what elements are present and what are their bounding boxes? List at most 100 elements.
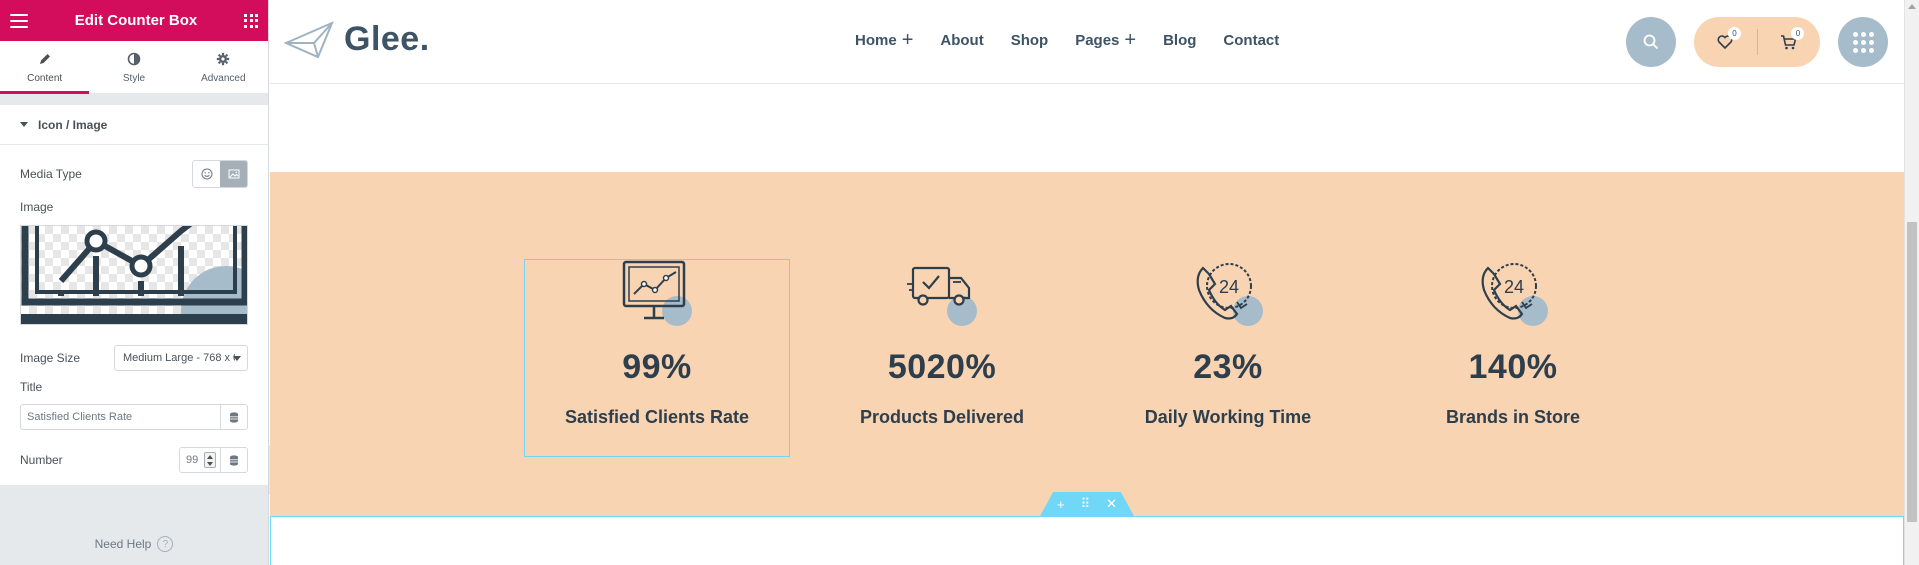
monitor-chart-icon: [622, 260, 692, 326]
counter-box[interactable]: 5020% Products Delivered: [810, 260, 1074, 456]
nav-item-pages[interactable]: Pages +: [1075, 29, 1137, 51]
contrast-icon: [127, 50, 141, 68]
section-toggle-icon-image[interactable]: Icon / Image: [0, 105, 268, 145]
nav-item-label: Shop: [1010, 32, 1049, 49]
media-type-label: Media Type: [20, 167, 82, 181]
number-value: 99: [186, 454, 199, 466]
help-question-icon: ?: [157, 536, 174, 552]
nav-item-home[interactable]: Home +: [855, 29, 914, 51]
dropdown-arrow-icon: [233, 356, 241, 361]
smiley-icon: [201, 168, 212, 180]
plus-icon: +: [1124, 29, 1137, 51]
title-control: Title: [20, 380, 248, 394]
dots-grid-icon: [1852, 31, 1874, 53]
counter-title: Products Delivered: [859, 407, 1025, 427]
pencil-icon: [38, 50, 52, 68]
number-input[interactable]: 99: [180, 448, 220, 472]
counter-box[interactable]: 24 140% Brands in Store: [1381, 260, 1645, 456]
tab-style[interactable]: Style: [89, 41, 178, 93]
support-24-icon: 24: [1478, 260, 1548, 326]
tab-advanced-label: Advanced: [201, 73, 246, 84]
monitor-chart-image: [21, 226, 247, 324]
wishlist-count-badge: 0: [1728, 27, 1741, 40]
counter-section[interactable]: 99% Satisfied Clients Rate 5020% Product…: [270, 172, 1904, 516]
image-control: Image: [20, 200, 248, 214]
media-type-icon-option[interactable]: [193, 161, 220, 187]
title-label: Title: [20, 380, 43, 394]
media-type-switch: [192, 160, 248, 188]
editor-panel: Edit Counter Box Content Style Advanced: [0, 0, 269, 565]
svg-text:24: 24: [1504, 277, 1524, 297]
image-size-select[interactable]: Medium Large - 768 x 0: [114, 345, 248, 371]
dynamic-tags-button[interactable]: [220, 448, 247, 472]
page-scrollbar[interactable]: [1904, 0, 1919, 565]
title-field: Satisfied Clients Rate: [20, 404, 248, 430]
plus-icon: +: [901, 29, 914, 51]
database-icon: [230, 454, 238, 466]
tab-advanced[interactable]: Advanced: [179, 41, 268, 93]
nav-item-label: Contact: [1223, 32, 1280, 49]
need-help-link[interactable]: Need Help ?: [0, 536, 268, 552]
counter-title: Daily Working Time: [1144, 407, 1312, 427]
site-header: Glee. Home + About Shop Pages + Blog Contact 0 …: [270, 0, 1904, 84]
title-input[interactable]: Satisfied Clients Rate: [21, 405, 220, 429]
counter-number: 23%: [1193, 348, 1263, 386]
cart-button[interactable]: 0: [1757, 17, 1820, 67]
media-type-image-option[interactable]: [220, 161, 247, 187]
media-type-control: Media Type: [20, 160, 248, 188]
site-logo[interactable]: Glee.: [284, 20, 430, 59]
nav-item-about[interactable]: About: [940, 32, 983, 49]
panel-header: Edit Counter Box: [0, 0, 268, 41]
nav-item-label: Blog: [1163, 32, 1197, 49]
apps-menu-button[interactable]: [1838, 17, 1888, 67]
number-control: Number 99: [20, 447, 248, 473]
wishlist-button[interactable]: 0: [1694, 17, 1757, 67]
tab-style-label: Style: [122, 73, 146, 84]
image-size-control: Image Size Medium Large - 768 x 0: [20, 345, 248, 371]
menu-icon[interactable]: [10, 13, 28, 28]
counter-title: Brands in Store: [1445, 407, 1581, 427]
cart-count-badge: 0: [1791, 27, 1805, 40]
nav-item-label: Pages: [1075, 32, 1120, 49]
nav-item-blog[interactable]: Blog: [1163, 32, 1196, 49]
image-size-value: Medium Large - 768 x 0: [123, 352, 235, 364]
database-icon: [230, 411, 238, 423]
number-field: 99: [179, 447, 248, 473]
tab-content[interactable]: Content: [0, 41, 90, 94]
image-size-label: Image Size: [20, 351, 81, 365]
counter-number: 5020%: [887, 348, 997, 386]
counter-title: Satisfied Clients Rate: [564, 407, 750, 427]
add-section-button[interactable]: +: [1057, 497, 1065, 512]
support-24-icon: 24: [1193, 260, 1263, 326]
empty-section[interactable]: [270, 516, 1904, 565]
drag-section-handle[interactable]: ⠿: [1081, 496, 1091, 512]
svg-text:24: 24: [1219, 277, 1239, 297]
nav-item-shop[interactable]: Shop: [1011, 32, 1049, 49]
scroll-up-arrow-icon[interactable]: [1908, 4, 1916, 9]
counter-box[interactable]: 24 23% Daily Working Time: [1096, 260, 1360, 456]
delivery-truck-icon: [907, 260, 977, 326]
panel-tabs: Content Style Advanced: [0, 41, 268, 94]
image-preview[interactable]: [20, 225, 248, 325]
widgets-grid-icon[interactable]: [244, 13, 258, 28]
gear-icon: [216, 50, 230, 68]
image-label: Image: [20, 200, 54, 214]
search-icon: [1643, 34, 1659, 50]
nav-item-label: Home: [855, 32, 897, 49]
tab-content-label: Content: [27, 73, 63, 84]
counter-number: 99%: [622, 348, 692, 386]
nav-item-contact[interactable]: Contact: [1223, 32, 1279, 49]
number-stepper[interactable]: [204, 452, 216, 468]
site-logo-text: Glee.: [344, 20, 430, 58]
panel-body: Icon / Image Media Type Image Image Size…: [0, 105, 268, 485]
delete-section-button[interactable]: ✕: [1106, 496, 1117, 512]
panel-title: Edit Counter Box: [74, 12, 198, 29]
dynamic-tags-button[interactable]: [220, 405, 247, 429]
wishlist-cart-group: 0 0: [1694, 17, 1820, 67]
search-button[interactable]: [1626, 17, 1676, 67]
counter-number: 140%: [1468, 348, 1558, 386]
need-help-label: Need Help: [94, 537, 152, 551]
counter-box[interactable]: 99% Satisfied Clients Rate: [524, 259, 790, 457]
main-nav: Home + About Shop Pages + Blog Contact: [855, 29, 1306, 51]
scrollbar-thumb[interactable]: [1907, 222, 1917, 522]
